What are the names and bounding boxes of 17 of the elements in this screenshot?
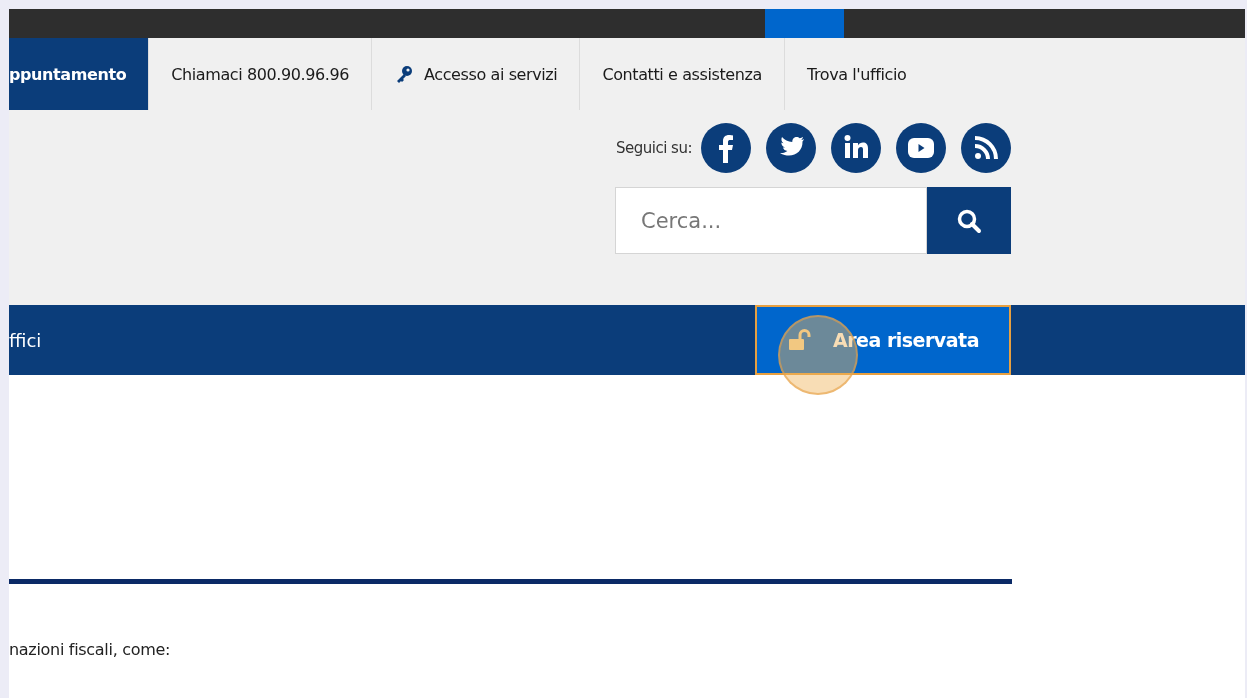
linkedin-icon[interactable]	[831, 123, 881, 173]
video-play-icon[interactable]	[896, 123, 946, 173]
follow-label: Seguici su:	[616, 139, 692, 157]
nav-link[interactable]: Trova l'ufficio	[784, 38, 929, 110]
menu-link[interactable]: ffici	[9, 329, 42, 351]
rss-icon[interactable]	[961, 123, 1011, 173]
search-field[interactable]: Cerca...	[615, 187, 927, 254]
nav-link[interactable]: Accesso ai servizi	[372, 38, 581, 110]
padlock-icon	[787, 329, 811, 351]
facebook-icon[interactable]	[701, 123, 751, 173]
nav-link[interactable]: ppuntamento	[9, 38, 150, 110]
search-button[interactable]	[927, 187, 1011, 254]
search-icon	[956, 207, 982, 234]
nav-link[interactable]: Chiamaci 800.90.96.96	[149, 38, 373, 110]
body-text: nazioni fiscali, come:	[9, 640, 172, 659]
nav-link[interactable]: Contatti e assistenza	[580, 38, 785, 110]
twitter-icon[interactable]	[766, 123, 816, 173]
